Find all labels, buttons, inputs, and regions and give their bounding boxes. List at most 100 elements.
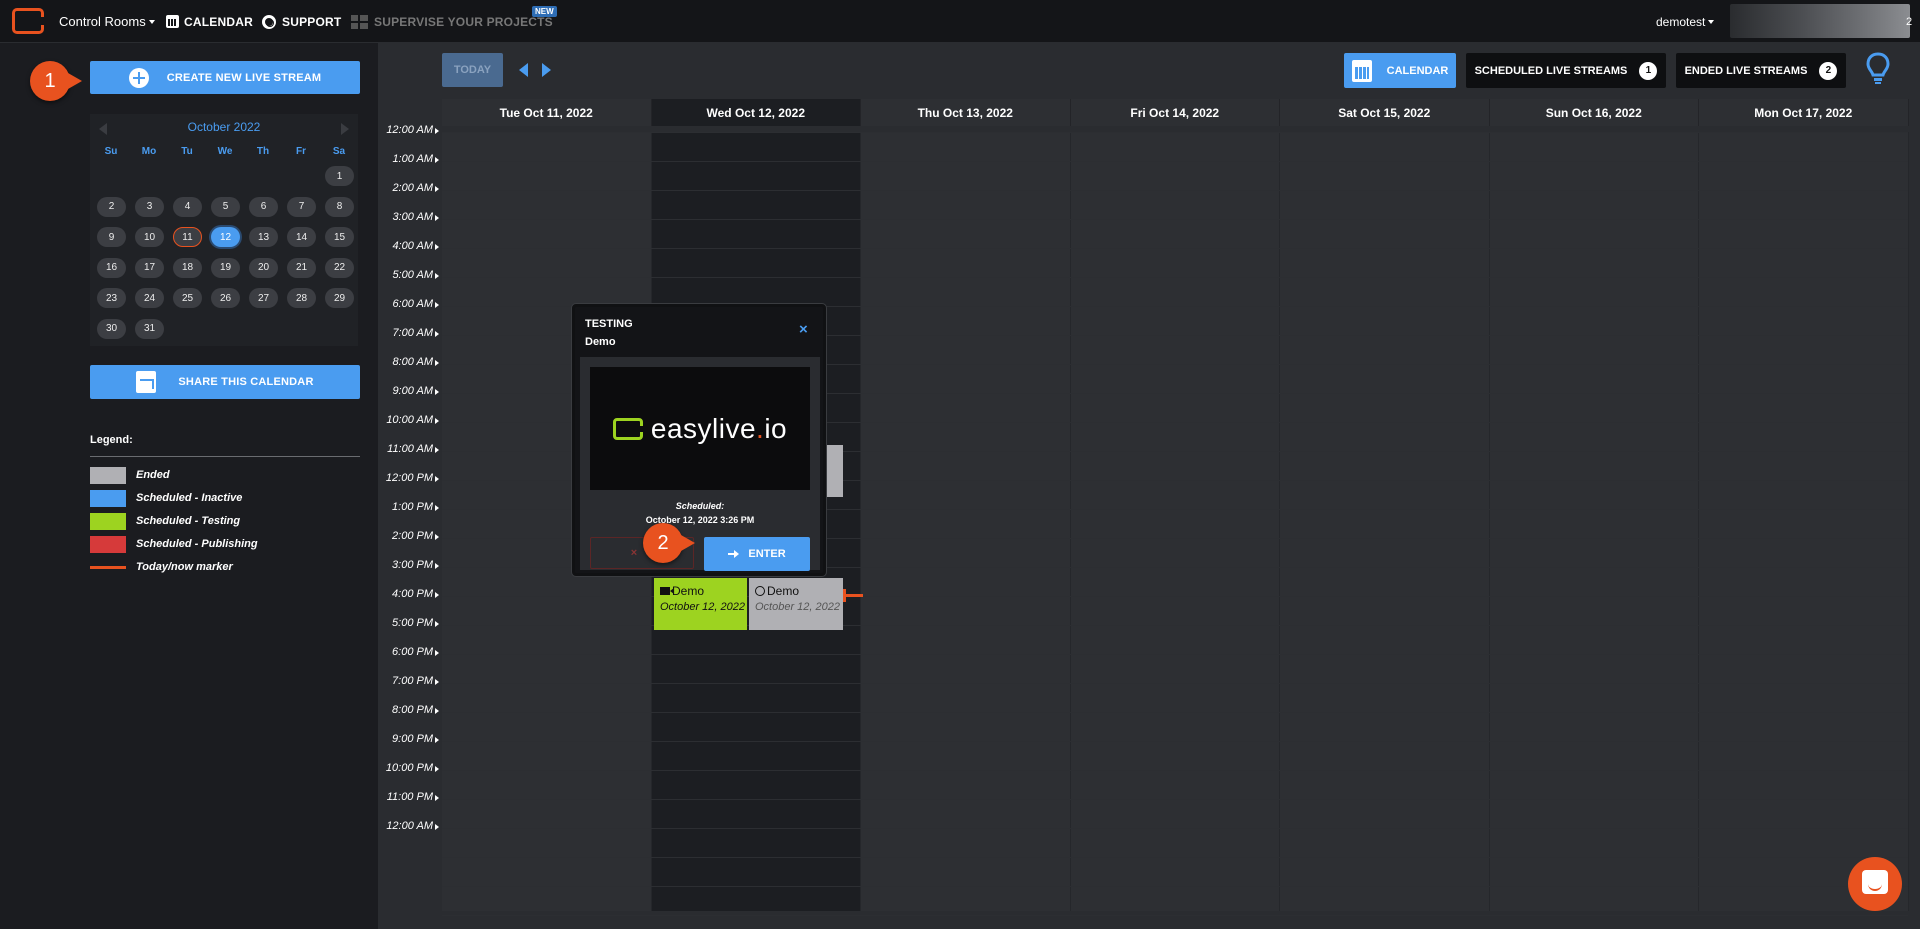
mini-calendar-day[interactable]: 16 — [97, 257, 126, 278]
weekday-header: Fr — [296, 146, 306, 157]
next-week-icon[interactable] — [542, 63, 551, 77]
scheduled-streams-button[interactable]: SCHEDULED LIVE STREAMS 1 — [1466, 53, 1666, 88]
ended-count-badge: 2 — [1819, 61, 1838, 80]
mini-calendar-day[interactable]: 14 — [287, 227, 316, 247]
hour-label: 9:00 AM — [378, 385, 440, 397]
popup-title: Demo — [585, 336, 616, 348]
scheduled-label: Scheduled: — [675, 501, 725, 511]
hour-label: 10:00 PM — [378, 762, 440, 774]
hour-label: 8:00 PM — [378, 704, 440, 716]
hour-label: 2:00 PM — [378, 530, 440, 542]
nav-calendar-label: CALENDAR — [184, 14, 253, 29]
legend-item: Scheduled - Publishing — [90, 535, 258, 553]
calendar-icon — [1351, 59, 1372, 82]
hour-label: 5:00 AM — [378, 269, 440, 281]
enter-button[interactable]: ENTER — [704, 537, 810, 571]
mini-calendar-day[interactable]: 8 — [325, 196, 354, 217]
weekday-header: Th — [256, 146, 270, 157]
mini-calendar-day[interactable]: 11 — [173, 227, 202, 247]
popup-status: TESTING — [585, 318, 633, 330]
mini-calendar-day[interactable]: 9 — [97, 227, 126, 247]
today-button[interactable]: TODAY — [442, 53, 503, 87]
calendar-icon — [166, 15, 179, 28]
nav-calendar[interactable]: CALENDAR — [166, 0, 253, 43]
lightbulb-icon[interactable] — [1866, 52, 1890, 86]
hour-gridline — [442, 132, 1908, 133]
mini-calendar-day[interactable]: 26 — [211, 288, 240, 308]
legend-item: Today/now marker — [90, 558, 233, 576]
legend-item: Scheduled - Testing — [90, 512, 240, 530]
mini-calendar-day[interactable]: 19 — [211, 257, 240, 278]
event-date: October 12, 2022 — [755, 601, 841, 613]
mini-calendar-day[interactable]: 29 — [325, 288, 354, 308]
mini-calendar-day[interactable]: 5 — [211, 196, 240, 217]
weekday-header: Sa — [332, 146, 346, 157]
mini-calendar-day[interactable]: 18 — [173, 257, 202, 278]
calendar-view-label: CALENDAR — [1386, 64, 1449, 77]
create-live-stream-button[interactable]: CREATE NEW LIVE STREAM — [90, 61, 360, 94]
new-badge: NEW — [532, 6, 557, 17]
mini-calendar-day[interactable]: 24 — [135, 288, 164, 308]
mini-calendar-day[interactable]: 31 — [135, 318, 164, 339]
top-navbar: Control Rooms CALENDAR SUPPORT SUPERVISE… — [0, 0, 1920, 43]
user-account-box[interactable] — [1730, 4, 1910, 38]
mini-calendar-day[interactable]: 12 — [211, 227, 240, 247]
next-month-icon[interactable] — [341, 123, 349, 135]
nav-support-label: SUPPORT — [282, 14, 342, 29]
calendar-view-button[interactable]: CALENDAR — [1344, 53, 1456, 88]
mini-calendar-day[interactable]: 4 — [173, 196, 202, 217]
mini-calendar-day[interactable]: 25 — [173, 288, 202, 308]
previous-week-icon[interactable] — [519, 63, 528, 77]
hour-label: 3:00 PM — [378, 559, 440, 571]
mini-calendar-day[interactable]: 28 — [287, 288, 316, 308]
hour-label: 10:00 AM — [378, 414, 440, 426]
hour-label: 3:00 AM — [378, 211, 440, 223]
app-logo[interactable] — [12, 8, 44, 34]
user-suffix: 2 — [1906, 15, 1913, 28]
mini-calendar-day[interactable]: 3 — [135, 196, 164, 217]
mini-calendar-day[interactable]: 22 — [325, 257, 354, 278]
nav-supervise[interactable]: SUPERVISE YOUR PROJECTS — [351, 0, 553, 43]
hour-label: 12:00 AM — [378, 124, 440, 136]
user-name: demotest — [1656, 14, 1706, 29]
event-demo-testing[interactable]: Demo October 12, 2022 — [654, 578, 747, 630]
legend-item: Scheduled - Inactive — [90, 489, 242, 507]
mini-calendar-day[interactable]: 27 — [249, 288, 278, 308]
event-demo-ended[interactable]: Demo October 12, 2022 — [749, 578, 843, 630]
create-live-stream-label: CREATE NEW LIVE STREAM — [166, 71, 322, 84]
event-ended-partial[interactable] — [826, 445, 843, 497]
mini-calendar-day[interactable]: 21 — [287, 257, 316, 278]
hour-label: 1:00 PM — [378, 501, 440, 513]
hour-gridline — [442, 915, 1908, 916]
event-popup: TESTING Demo × easylive.io Scheduled: Oc… — [572, 304, 826, 576]
mini-calendar-day[interactable]: 30 — [97, 318, 126, 339]
share-calendar-button[interactable]: SHARE THIS CALENDAR — [90, 365, 360, 399]
mini-calendar-day[interactable]: 23 — [97, 288, 126, 308]
hour-label: 4:00 AM — [378, 240, 440, 252]
legend-item: Ended — [90, 466, 170, 484]
share-calendar-icon — [136, 371, 157, 393]
scheduled-count-badge: 1 — [1639, 61, 1658, 80]
close-icon[interactable]: × — [799, 321, 808, 338]
control-rooms-menu[interactable]: Control Rooms — [59, 0, 155, 43]
nav-supervise-label: SUPERVISE YOUR PROJECTS — [374, 14, 553, 29]
mini-calendar-day[interactable]: 1 — [325, 166, 354, 186]
mini-calendar-day[interactable]: 2 — [97, 196, 126, 217]
chat-icon — [1862, 870, 1888, 894]
grid-icon — [351, 14, 368, 29]
ended-streams-button[interactable]: ENDED LIVE STREAMS 2 — [1676, 53, 1846, 88]
step-marker-1: 1 — [30, 61, 82, 101]
mini-calendar-day[interactable]: 13 — [249, 227, 278, 247]
user-menu[interactable]: demotest — [1656, 0, 1715, 43]
scheduled-streams-label: SCHEDULED LIVE STREAMS — [1474, 64, 1628, 77]
chat-launcher-button[interactable] — [1848, 857, 1902, 911]
mini-calendar-day[interactable]: 10 — [135, 227, 164, 247]
mini-calendar-day[interactable]: 20 — [249, 257, 278, 278]
mini-calendar-day[interactable]: 7 — [287, 196, 316, 217]
weekday-header: Tu — [181, 146, 193, 157]
mini-calendar-day[interactable]: 6 — [249, 196, 278, 217]
mini-calendar-day[interactable]: 17 — [135, 257, 164, 278]
nav-support[interactable]: SUPPORT — [262, 0, 341, 43]
hour-gridline — [442, 277, 1908, 278]
mini-calendar-day[interactable]: 15 — [325, 227, 354, 247]
